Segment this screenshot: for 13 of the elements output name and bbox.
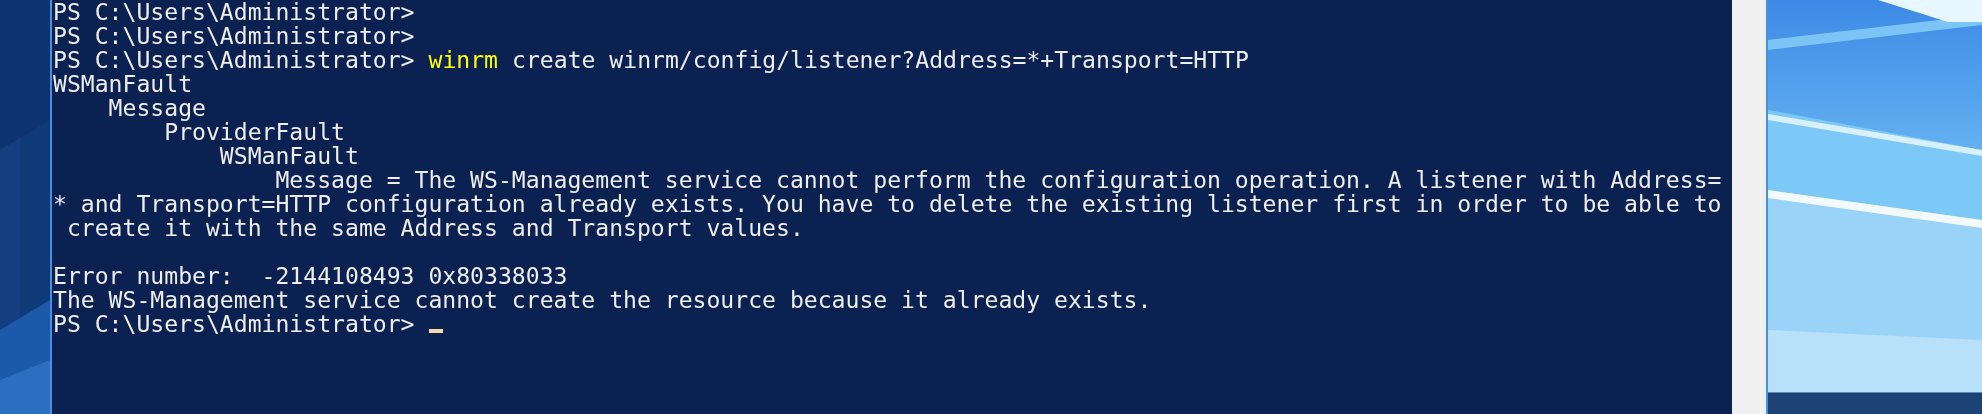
output-line: Error number: -2144108493 0x80338033 [53, 264, 568, 288]
prompt-text: PS C:\Users\Administrator> [53, 24, 415, 48]
output-line: ProviderFault [164, 120, 345, 144]
prompt-text: PS C:\Users\Administrator> [53, 0, 415, 24]
output-line: create it with the same Address and Transport values. [65, 216, 804, 240]
scrollbar[interactable] [1732, 0, 1766, 414]
output-line: WSManFault [218, 144, 359, 168]
command-arguments: create winrm/config/listener?Address=*+Transport=HTTP [512, 48, 1249, 72]
output-line: Message [107, 96, 206, 120]
prompt-text: PS C:\Users\Administrator> [53, 312, 415, 336]
command-name: winrm [428, 48, 499, 72]
output-line: WSManFault [53, 72, 193, 96]
prompt-text: PS C:\Users\Administrator> [53, 48, 415, 72]
